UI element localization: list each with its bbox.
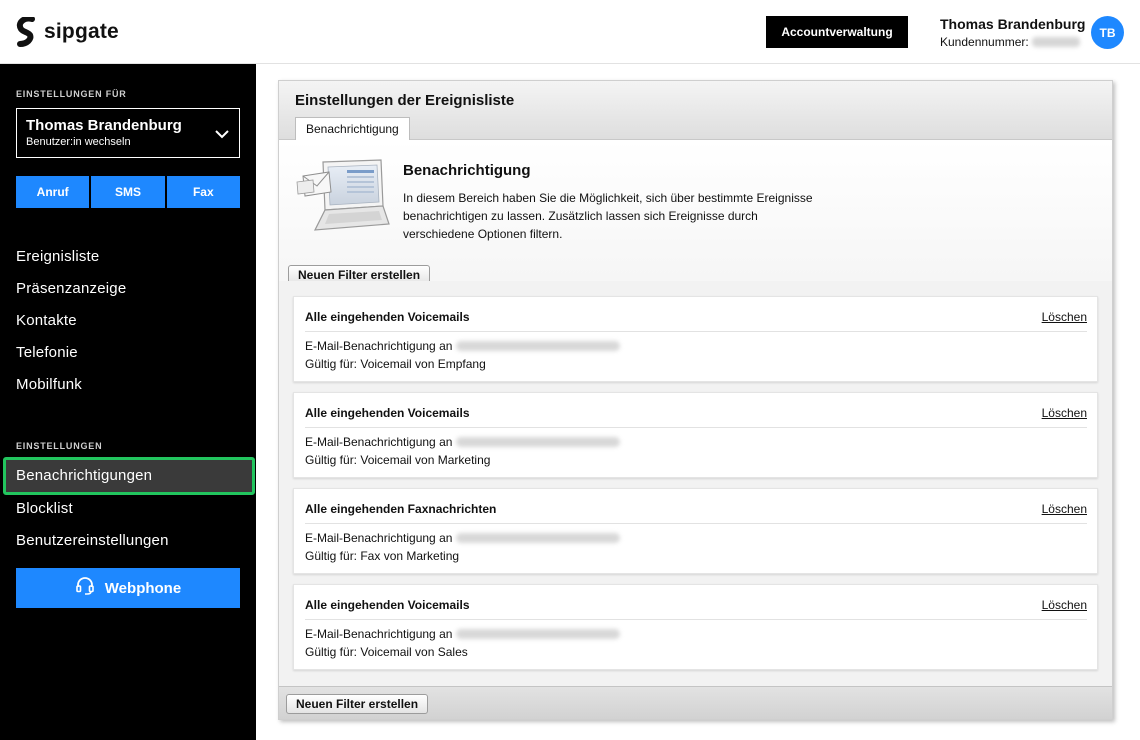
intro-section: Benachrichtigung In diesem Bereich haben…: [279, 140, 1112, 285]
laptop-mail-icon: [295, 158, 391, 239]
email-redacted: [456, 437, 621, 447]
nav-item-benutzereinstellungen[interactable]: Benutzereinstellungen: [16, 532, 169, 549]
filter-list: Alle eingehenden Voicemails Löschen E-Ma…: [279, 281, 1112, 686]
nav-item-blocklist[interactable]: Blocklist: [16, 500, 73, 517]
filter-title: Alle eingehenden Voicemails: [305, 406, 470, 420]
delete-link[interactable]: Löschen: [1042, 598, 1087, 612]
intro-title: Benachrichtigung: [403, 162, 531, 179]
filter-card: Alle eingehenden Voicemails Löschen E-Ma…: [293, 584, 1098, 670]
headset-icon: [75, 576, 95, 600]
delete-link[interactable]: Löschen: [1042, 502, 1087, 516]
filter-email-line: E-Mail-Benachrichtigung an: [305, 435, 621, 449]
webphone-button[interactable]: Webphone: [16, 568, 240, 608]
card-divider: [305, 523, 1087, 524]
sipgate-logo-icon: [16, 17, 38, 47]
user-switcher[interactable]: Thomas Brandenburg Benutzer:in wechseln: [16, 108, 240, 158]
avatar[interactable]: TB: [1091, 16, 1124, 49]
nav-item-ereignisliste[interactable]: Ereignisliste: [16, 248, 99, 265]
panel-footer: Neuen Filter erstellen: [279, 686, 1112, 719]
user-info: Thomas Brandenburg Kundennummer:: [940, 16, 1085, 49]
filter-email-line: E-Mail-Benachrichtigung an: [305, 531, 621, 545]
settings-for-heading: EINSTELLUNGEN FÜR: [16, 89, 127, 99]
filter-email-label: E-Mail-Benachrichtigung an: [305, 627, 453, 641]
call-button[interactable]: Anruf: [16, 176, 90, 208]
filter-title: Alle eingehenden Faxnachrichten: [305, 502, 497, 516]
filter-email-label: E-Mail-Benachrichtigung an: [305, 339, 453, 353]
customer-number-label: Kundennummer:: [940, 35, 1029, 49]
panel-header: Einstellungen der Ereignisliste Benachri…: [279, 81, 1112, 140]
card-divider: [305, 619, 1087, 620]
filter-email-line: E-Mail-Benachrichtigung an: [305, 627, 621, 641]
filter-email-line: E-Mail-Benachrichtigung an: [305, 339, 621, 353]
new-filter-button-bottom[interactable]: Neuen Filter erstellen: [286, 694, 429, 714]
card-divider: [305, 427, 1087, 428]
tab-benachrichtigung[interactable]: Benachrichtigung: [295, 117, 410, 140]
nav-item-mobilfunk[interactable]: Mobilfunk: [16, 376, 82, 393]
card-divider: [305, 331, 1087, 332]
selected-user-name: Thomas Brandenburg: [26, 117, 182, 134]
customer-number-redacted: [1031, 37, 1080, 47]
fax-button[interactable]: Fax: [166, 176, 240, 208]
logo-text: sipgate: [44, 20, 119, 43]
filter-card: Alle eingehenden Voicemails Löschen E-Ma…: [293, 296, 1098, 382]
sms-button[interactable]: SMS: [91, 176, 165, 208]
intro-text: In diesem Bereich haben Sie die Möglichk…: [403, 191, 813, 241]
settings-heading: EINSTELLUNGEN: [16, 441, 103, 451]
webphone-label: Webphone: [104, 579, 182, 597]
nav-item-telefonie[interactable]: Telefonie: [16, 344, 78, 361]
sidebar: EINSTELLUNGEN FÜR Thomas Brandenburg Ben…: [0, 64, 256, 740]
filter-email-label: E-Mail-Benachrichtigung an: [305, 531, 453, 545]
filter-title: Alle eingehenden Voicemails: [305, 310, 470, 324]
filter-card: Alle eingehenden Voicemails Löschen E-Ma…: [293, 392, 1098, 478]
account-management-button[interactable]: Accountverwaltung: [766, 16, 908, 48]
nav-item-praesenzanzeige[interactable]: Präsenzanzeige: [16, 280, 126, 297]
customer-number-line: Kundennummer:: [940, 35, 1085, 49]
event-list-settings-panel: Einstellungen der Ereignisliste Benachri…: [278, 80, 1113, 720]
chevron-down-icon: [215, 126, 229, 144]
filter-scope: Gültig für: Voicemail von Sales: [305, 645, 468, 659]
panel-title: Einstellungen der Ereignisliste: [295, 92, 515, 109]
email-redacted: [456, 629, 621, 639]
filter-email-label: E-Mail-Benachrichtigung an: [305, 435, 453, 449]
delete-link[interactable]: Löschen: [1042, 310, 1087, 324]
nav-item-kontakte[interactable]: Kontakte: [16, 312, 77, 329]
nav-item-benachrichtigungen-label: Benachrichtigungen: [16, 467, 153, 484]
user-name: Thomas Brandenburg: [940, 16, 1086, 32]
nav-item-benachrichtigungen[interactable]: Benachrichtigungen: [3, 457, 255, 495]
filter-scope: Gültig für: Voicemail von Marketing: [305, 453, 491, 467]
delete-link[interactable]: Löschen: [1042, 406, 1087, 420]
filter-scope: Gültig für: Voicemail von Empfang: [305, 357, 486, 371]
sipgate-logo[interactable]: sipgate: [16, 17, 119, 47]
filter-card: Alle eingehenden Faxnachrichten Löschen …: [293, 488, 1098, 574]
filter-scope: Gültig für: Fax von Marketing: [305, 549, 460, 563]
email-redacted: [456, 341, 621, 351]
filter-title: Alle eingehenden Voicemails: [305, 598, 470, 612]
switch-user-label: Benutzer:in wechseln: [26, 136, 131, 148]
top-bar: sipgate Accountverwaltung Thomas Branden…: [0, 0, 1140, 64]
email-redacted: [456, 533, 621, 543]
quick-actions: Anruf SMS Fax: [16, 176, 240, 208]
